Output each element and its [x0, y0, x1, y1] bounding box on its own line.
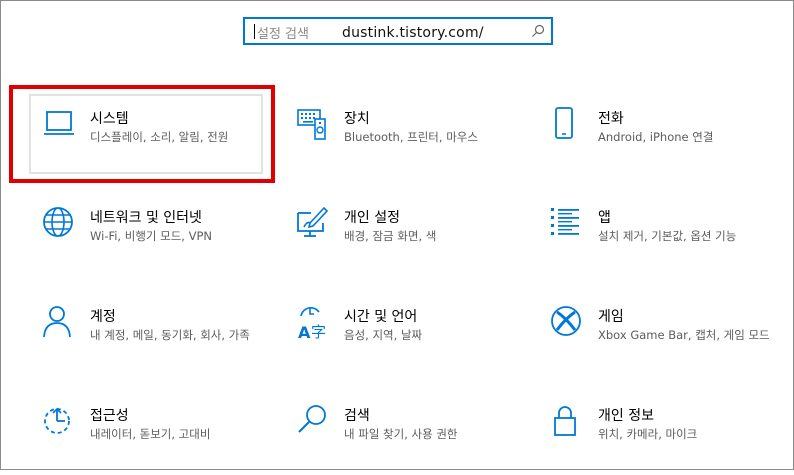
lock-icon — [554, 406, 576, 436]
tile-desc: 내레이터, 돋보기, 고대비 — [90, 427, 211, 441]
tile-title: 개인 설정 — [344, 210, 400, 226]
tile-title: 개인 정보 — [598, 408, 654, 424]
tile-title: 검색 — [344, 408, 370, 424]
tile-desc: 설치 제거, 기본값, 옵션 기능 — [598, 229, 737, 243]
tile-privacy[interactable]: 개인 정보 위치, 카메라, 마이크 — [551, 405, 791, 475]
tile-apps[interactable]: 앱 설치 제거, 기본값, 옵션 기능 — [551, 207, 791, 277]
globe-icon — [43, 207, 73, 237]
xbox-icon — [551, 306, 581, 336]
person-icon — [43, 306, 71, 338]
tile-title: 게임 — [598, 309, 624, 325]
tile-accounts[interactable]: 계정 내 계정, 메일, 동기화, 회사, 가족 — [43, 306, 283, 376]
tile-personalization[interactable]: 개인 설정 배경, 잠금 화면, 색 — [297, 206, 537, 277]
tile-gaming[interactable]: 게임 Xbox Game Bar, 캡처, 게임 모드 — [551, 306, 791, 376]
tile-ease-of-access[interactable]: 접근성 내레이터, 돋보기, 고대비 — [43, 405, 283, 475]
tile-title: 앱 — [598, 210, 611, 226]
tile-title: 접근성 — [90, 408, 129, 424]
search-input[interactable]: 설정 검색 dustink.tistory.com/ — [243, 17, 553, 45]
tile-desc: Bluetooth, 프린터, 마우스 — [344, 130, 478, 144]
svg-text:A: A — [298, 323, 311, 342]
tile-title: 네트워크 및 인터넷 — [90, 210, 202, 226]
svg-text:字: 字 — [311, 323, 326, 341]
magnifier-icon[interactable] — [531, 24, 545, 38]
tile-search[interactable]: 검색 내 파일 찾기, 사용 권한 — [297, 405, 537, 475]
tile-desc: 배경, 잠금 화면, 색 — [344, 229, 437, 243]
time-language-icon: A 字 — [298, 307, 326, 342]
personalization-icon — [297, 206, 329, 237]
tile-title: 계정 — [90, 309, 116, 325]
search-icon — [298, 405, 326, 433]
tile-desc: 음성, 지역, 날짜 — [344, 328, 423, 342]
tile-title: 시간 및 언어 — [344, 309, 418, 325]
tile-devices[interactable]: 장치 Bluetooth, 프린터, 마우스 — [297, 108, 537, 178]
search-placeholder: 설정 검색 — [257, 27, 309, 42]
tile-title: 장치 — [344, 111, 370, 127]
tile-title: 전화 — [598, 111, 624, 127]
tile-network[interactable]: 네트워크 및 인터넷 Wi-Fi, 비행기 모드, VPN — [43, 207, 283, 277]
devices-icon — [297, 109, 326, 140]
tile-desc: 내 파일 찾기, 사용 권한 — [344, 427, 458, 441]
tile-time-language[interactable]: A 字 시간 및 언어 음성, 지역, 날짜 — [297, 306, 537, 376]
phone-icon — [555, 107, 573, 139]
apps-list-icon — [551, 208, 579, 235]
tile-desc: 위치, 카메라, 마이크 — [598, 427, 698, 441]
ease-of-access-icon — [44, 407, 70, 434]
tile-desc: Android, iPhone 연결 — [598, 130, 714, 144]
watermark-text: dustink.tistory.com/ — [342, 25, 484, 41]
text-caret — [254, 24, 255, 39]
tile-desc: Xbox Game Bar, 캡처, 게임 모드 — [598, 328, 770, 342]
highlight-box — [9, 85, 275, 183]
tile-desc: 내 계정, 메일, 동기화, 회사, 가족 — [90, 328, 250, 342]
tile-phone[interactable]: 전화 Android, iPhone 연결 — [551, 107, 791, 178]
tile-desc: Wi-Fi, 비행기 모드, VPN — [90, 229, 213, 243]
